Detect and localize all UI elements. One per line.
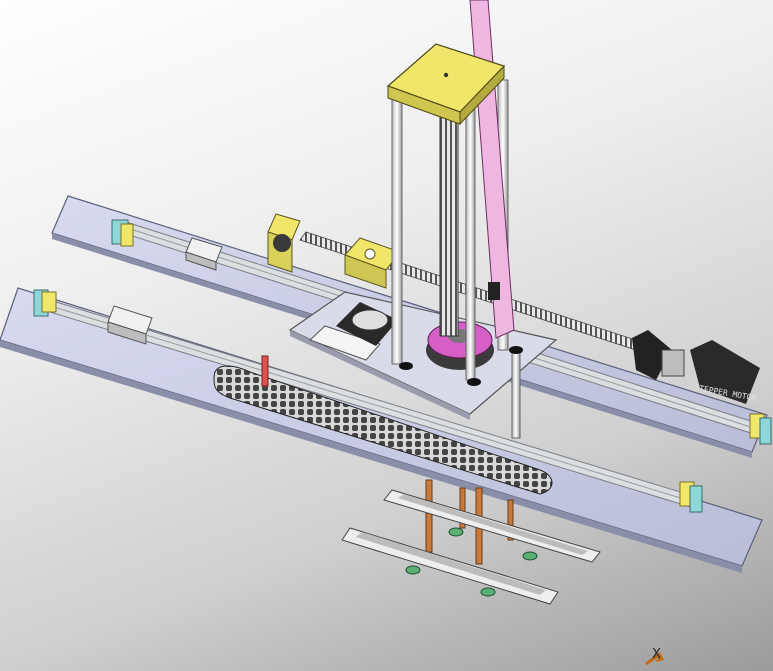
vertical-lead-screw (439, 99, 459, 337)
timing-pulley-large (426, 321, 494, 370)
back-rail-end-block-left (111, 219, 134, 247)
cad-scene[interactable]: STEPPER MOTOR (0, 0, 773, 671)
screw-support-bearing (267, 213, 301, 273)
chain-end-bracket (261, 355, 269, 387)
cad-viewport[interactable]: STEPPER MOTOR X (0, 0, 773, 671)
front-rail-end-block-left (33, 289, 57, 317)
triad-axis-label: X (652, 647, 661, 662)
